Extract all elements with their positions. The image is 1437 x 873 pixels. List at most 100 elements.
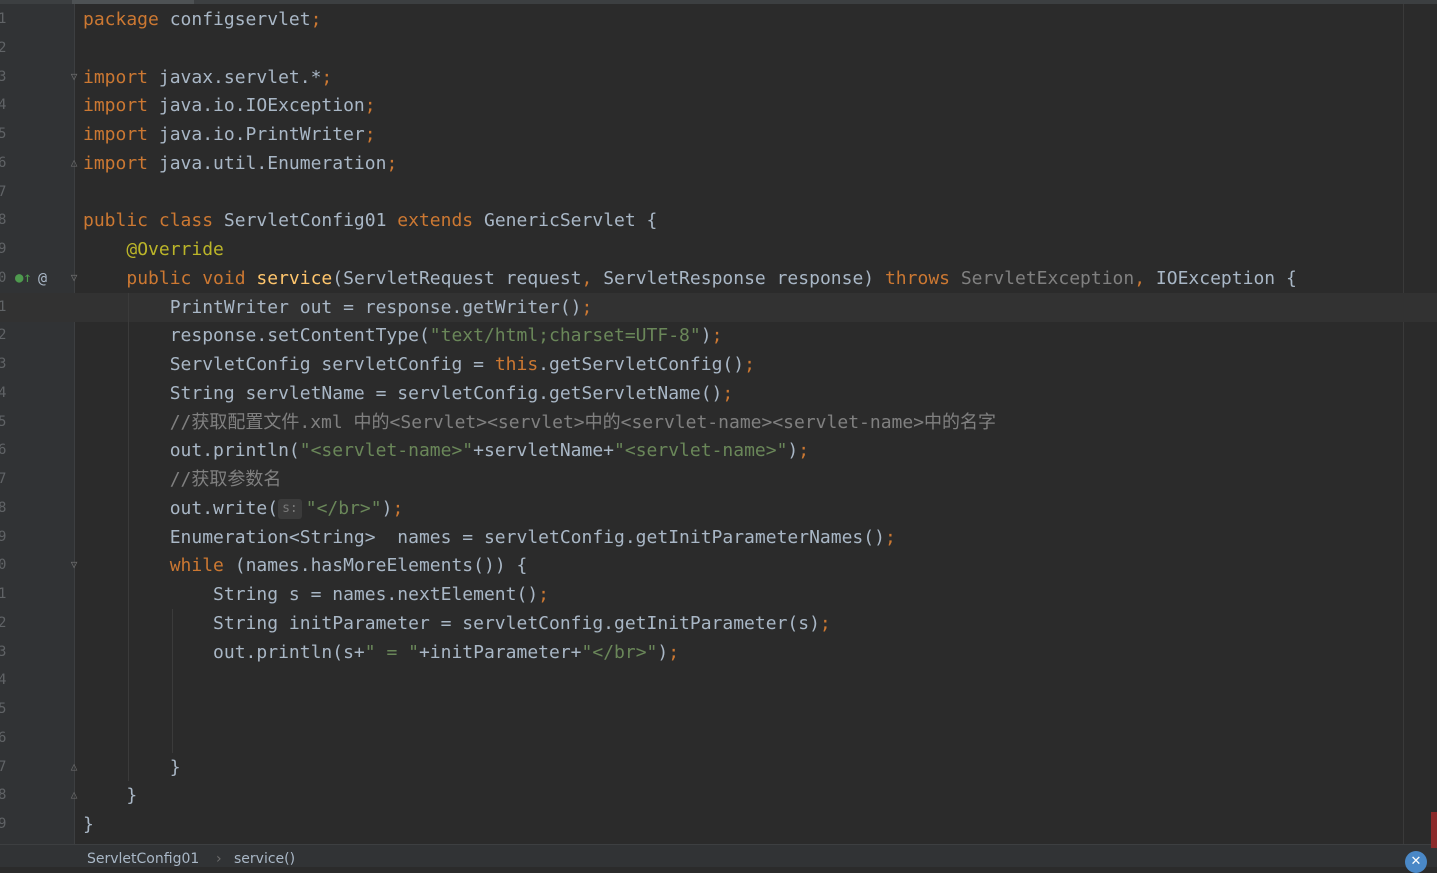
code-line[interactable]: 4 import java.io.IOException; [0, 91, 1437, 120]
code-line[interactable]: 5 [0, 695, 1437, 724]
line-number: 8 [0, 212, 7, 229]
fold-open-icon[interactable]: ▽ [68, 559, 80, 571]
parameter-hint: s: [278, 498, 302, 519]
code-token: import [83, 66, 159, 88]
code-token: "</br>" [305, 497, 382, 519]
code-token: ; [321, 66, 333, 88]
code-line[interactable]: 6 out.println("<servlet-name>"+servletNa… [0, 436, 1437, 465]
code-token: .getServletConfig() [538, 354, 745, 375]
code-token: out.println( [83, 440, 300, 462]
code-line[interactable]: 1 package configservlet; [0, 5, 1437, 34]
line-number: 6 [0, 729, 7, 746]
indent-guide [172, 608, 173, 753]
code-token: response.setContentType( [83, 325, 430, 347]
code-token: ) [787, 440, 799, 462]
code-line[interactable]: 7 //获取参数名 [0, 465, 1437, 494]
annotation-icon[interactable]: @ [38, 264, 56, 293]
code-token: out.write( [83, 497, 279, 519]
code-text: String s = names.nextElement(); [83, 580, 549, 609]
code-text: package configservlet; [83, 5, 321, 34]
code-line[interactable]: 8 out.write(s: "</br>"); [0, 494, 1437, 523]
code-line[interactable]: 6 import java.util.Enumeration; [0, 149, 1437, 178]
code-token: import [83, 152, 159, 174]
code-line[interactable]: 9 @Override [0, 235, 1437, 264]
code-line[interactable]: 3 import javax.servlet.*; [0, 63, 1437, 92]
breadcrumb-class[interactable]: ServletConfig01 [87, 851, 199, 867]
override-method-icon[interactable]: ●↑ [15, 264, 33, 293]
code-text: } [83, 781, 137, 810]
code-token: " = " [364, 641, 419, 663]
code-text: ServletConfig servletConfig = this.getSe… [83, 350, 755, 379]
line-number: 3 [0, 68, 7, 85]
code-token: ; [798, 440, 810, 462]
line-number: 8 [0, 499, 7, 516]
code-line[interactable]: 8 public class ServletConfig01 extends Ge… [0, 206, 1437, 235]
code-token: import [83, 95, 159, 117]
code-line[interactable]: 5 import java.io.PrintWriter; [0, 120, 1437, 149]
code-token: package [83, 9, 170, 30]
code-line[interactable]: 4 String servletName = servletConfig.get… [0, 379, 1437, 408]
fold-close-icon[interactable]: △ [68, 156, 80, 169]
code-token: while [169, 555, 235, 577]
line-number: 5 [0, 413, 7, 430]
code-token: extends [397, 210, 484, 232]
code-token: (ServletRequest request [332, 267, 582, 289]
code-line[interactable]: 3 ServletConfig servletConfig = this.get… [0, 350, 1437, 379]
code-line[interactable]: 2 response.setContentType("text/html;cha… [0, 321, 1437, 350]
code-token: java.io.IOException [158, 95, 365, 117]
code-token: import [83, 124, 159, 145]
code-text: import java.util.Enumeration; [83, 149, 397, 178]
code-token: ; [884, 526, 896, 548]
code-line[interactable]: 9 Enumeration<String> names = servletCon… [0, 523, 1437, 552]
code-line[interactable]: 9} [0, 810, 1437, 839]
code-line[interactable]: 2 String initParameter = servletConfig.g… [0, 609, 1437, 638]
code-token: ServletException [960, 267, 1135, 289]
code-token: public void [126, 267, 257, 289]
code-text: import java.io.IOException; [83, 91, 376, 120]
code-editor[interactable]: 1 package configservlet; 2 3 import javax.se… [0, 4, 1437, 844]
code-token: public class [83, 210, 224, 232]
code-line[interactable]: 1 PrintWriter out = response.getWriter()… [0, 292, 1437, 322]
code-line[interactable]: 3 out.println(s+" = "+initParameter+"</b… [0, 638, 1437, 667]
code-text: public void service(ServletRequest reque… [83, 264, 1296, 293]
fold-close-icon[interactable]: △ [68, 789, 80, 801]
code-line[interactable]: 0 public void service(ServletRequest req… [0, 264, 1437, 293]
code-token: +initParameter+ [418, 641, 582, 663]
code-line[interactable]: 7 [0, 178, 1437, 207]
code-text: Enumeration<String> names = servletConfi… [83, 523, 896, 552]
code-token: ; [711, 325, 723, 347]
line-number: 5 [0, 701, 7, 717]
code-token: +servletName+ [473, 440, 615, 462]
notification-icon[interactable]: ✕ [1405, 851, 1427, 873]
code-line[interactable]: 5 //获取配置文件.xml 中的<Servlet><servlet>中的<se… [0, 408, 1437, 437]
code-token: , [1134, 267, 1156, 289]
code-token: throws [884, 267, 961, 289]
code-token: ; [722, 382, 734, 404]
fold-open-icon[interactable]: ▽ [68, 271, 80, 284]
line-number: 6 [0, 154, 7, 171]
code-token: } [83, 814, 94, 835]
breadcrumb-method[interactable]: service() [234, 851, 295, 867]
code-line[interactable]: 6 [0, 724, 1437, 753]
code-token: ; [538, 584, 549, 605]
line-number: 0 [0, 557, 7, 574]
code-token: } [83, 756, 181, 778]
code-line[interactable]: 4 [0, 666, 1437, 695]
fold-open-icon[interactable]: ▽ [68, 70, 80, 83]
code-line[interactable]: 0 while (names.hasMoreElements()) { [0, 551, 1437, 580]
code-line[interactable]: 1 String s = names.nextElement(); [0, 580, 1437, 609]
line-number: 6 [0, 442, 7, 459]
fold-close-icon[interactable]: △ [68, 760, 80, 773]
code-text: String initParameter = servletConfig.get… [83, 609, 831, 638]
code-line[interactable]: 2 [0, 34, 1437, 63]
code-token: ; [744, 354, 755, 375]
line-number: 9 [0, 528, 7, 545]
code-token: ) [700, 325, 712, 347]
code-token: Enumeration<String> names = servletConfi… [83, 526, 885, 548]
code-line[interactable]: 7 } [0, 753, 1437, 782]
code-token: ServletConfig01 [223, 210, 398, 232]
code-line[interactable]: 8 } [0, 781, 1437, 810]
code-token: ServletConfig servletConfig = [83, 354, 495, 375]
